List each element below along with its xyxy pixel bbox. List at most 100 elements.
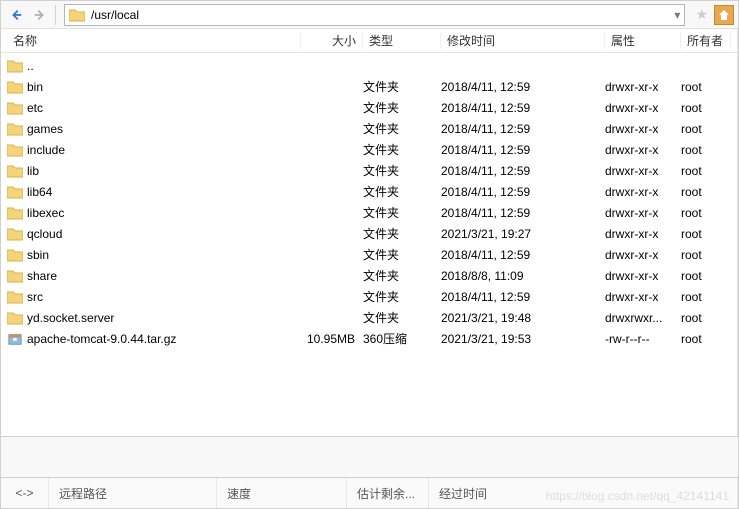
file-attr: drwxr-xr-x — [605, 206, 681, 220]
file-attr: drwxr-xr-x — [605, 101, 681, 115]
file-row[interactable]: bin文件夹2018/4/11, 12:59drwxr-xr-xroot — [1, 76, 737, 97]
file-type: 文件夹 — [363, 246, 441, 263]
file-type: 文件夹 — [363, 183, 441, 200]
folder-icon — [7, 164, 23, 178]
home-button[interactable] — [714, 5, 734, 25]
file-attr: drwxr-xr-x — [605, 164, 681, 178]
file-attr: drwxr-xr-x — [605, 248, 681, 262]
file-owner: root — [681, 248, 731, 262]
file-owner: root — [681, 101, 731, 115]
file-name: include — [27, 143, 65, 157]
file-area: 名称 大小 类型 修改时间 属性 所有者 .. bin文件夹2018/4/11,… — [1, 29, 738, 436]
file-attr: drwxr-xr-x — [605, 143, 681, 157]
file-type: 文件夹 — [363, 288, 441, 305]
file-name: share — [27, 269, 57, 283]
file-owner: root — [681, 311, 731, 325]
header-date[interactable]: 修改时间 — [441, 32, 605, 49]
path-input[interactable]: /usr/local ▾ — [64, 4, 685, 26]
file-type: 360压缩 — [363, 330, 441, 347]
file-row[interactable]: qcloud 文件夹2021/3/21, 19:27drwxr-xr-xroot — [1, 223, 737, 244]
file-type: 文件夹 — [363, 309, 441, 326]
folder-icon — [69, 8, 85, 22]
file-row[interactable]: share文件夹2018/8/8, 11:09drwxr-xr-xroot — [1, 265, 737, 286]
file-attr: drwxr-xr-x — [605, 122, 681, 136]
file-name: lib64 — [27, 185, 52, 199]
file-row[interactable]: lib64文件夹2018/4/11, 12:59drwxr-xr-xroot — [1, 181, 737, 202]
file-name: src — [27, 290, 43, 304]
file-date: 2018/8/8, 11:09 — [441, 269, 605, 283]
folder-icon — [7, 80, 23, 94]
folder-icon — [7, 122, 23, 136]
file-date: 2018/4/11, 12:59 — [441, 206, 605, 220]
file-date: 2018/4/11, 12:59 — [441, 143, 605, 157]
file-row[interactable]: libexec文件夹2018/4/11, 12:59drwxr-xr-xroot — [1, 202, 737, 223]
file-owner: root — [681, 227, 731, 241]
status-speed: 速度 — [217, 478, 347, 508]
folder-icon — [7, 101, 23, 115]
file-owner: root — [681, 164, 731, 178]
file-attr: drwxr-xr-x — [605, 227, 681, 241]
file-row[interactable]: yd.socket.server文件夹2021/3/21, 19:48drwxr… — [1, 307, 737, 328]
file-type: 文件夹 — [363, 225, 441, 242]
file-date: 2018/4/11, 12:59 — [441, 248, 605, 262]
status-est: 估计剩余... — [347, 478, 429, 508]
file-date: 2021/3/21, 19:27 — [441, 227, 605, 241]
file-date: 2021/3/21, 19:53 — [441, 332, 605, 346]
file-name: sbin — [27, 248, 49, 262]
file-date: 2018/4/11, 12:59 — [441, 101, 605, 115]
file-size: 10.95MB — [301, 332, 363, 346]
file-row[interactable]: apache-tomcat-9.0.44.tar.gz10.95MB360压缩2… — [1, 328, 737, 349]
file-owner: root — [681, 269, 731, 283]
file-type: 文件夹 — [363, 120, 441, 137]
file-row[interactable]: src 文件夹2018/4/11, 12:59drwxr-xr-xroot — [1, 286, 737, 307]
back-button[interactable] — [5, 4, 27, 26]
folder-icon — [7, 59, 23, 73]
file-attr: drwxr-xr-x — [605, 269, 681, 283]
file-attr: -rw-r--r-- — [605, 332, 681, 346]
file-row[interactable]: include 文件夹2018/4/11, 12:59drwxr-xr-xroot — [1, 139, 737, 160]
parent-dir-row[interactable]: .. — [1, 55, 737, 76]
transfer-panel: <-> 远程路径 速度 估计剩余... 经过时间 — [1, 436, 738, 508]
file-owner: root — [681, 143, 731, 157]
file-owner: root — [681, 290, 731, 304]
navigation-toolbar: /usr/local ▾ ★ — [1, 1, 738, 29]
file-name: games — [27, 122, 63, 136]
file-type: 文件夹 — [363, 162, 441, 179]
file-date: 2018/4/11, 12:59 — [441, 80, 605, 94]
file-name: lib — [27, 164, 39, 178]
transfer-blank — [1, 437, 738, 478]
header-attr[interactable]: 属性 — [605, 32, 681, 49]
forward-button[interactable] — [29, 4, 51, 26]
file-attr: drwxr-xr-x — [605, 80, 681, 94]
folder-icon — [7, 311, 23, 325]
header-type[interactable]: 类型 — [363, 32, 441, 49]
header-name[interactable]: 名称 — [7, 32, 301, 49]
chevron-down-icon[interactable]: ▾ — [674, 8, 680, 22]
file-name: bin — [27, 80, 43, 94]
status-nav[interactable]: <-> — [1, 478, 49, 508]
file-owner: root — [681, 122, 731, 136]
separator — [55, 5, 56, 25]
file-type: 文件夹 — [363, 141, 441, 158]
header-size[interactable]: 大小 — [301, 32, 363, 49]
file-list[interactable]: .. bin文件夹2018/4/11, 12:59drwxr-xr-xroote… — [1, 53, 737, 436]
file-name: qcloud — [27, 227, 62, 241]
file-date: 2018/4/11, 12:59 — [441, 290, 605, 304]
file-attr: drwxr-xr-x — [605, 290, 681, 304]
file-row[interactable]: games文件夹2018/4/11, 12:59drwxr-xr-xroot — [1, 118, 737, 139]
favorite-button[interactable]: ★ — [691, 6, 712, 23]
header-owner[interactable]: 所有者 — [681, 32, 731, 49]
file-name: yd.socket.server — [27, 311, 114, 325]
folder-icon — [7, 206, 23, 220]
folder-icon — [7, 290, 23, 304]
file-type: 文件夹 — [363, 78, 441, 95]
file-date: 2018/4/11, 12:59 — [441, 185, 605, 199]
status-bar: <-> 远程路径 速度 估计剩余... 经过时间 — [1, 478, 738, 508]
folder-icon — [7, 143, 23, 157]
status-elapsed: 经过时间 — [429, 478, 738, 508]
file-row[interactable]: sbin 文件夹2018/4/11, 12:59drwxr-xr-xroot — [1, 244, 737, 265]
file-row[interactable]: etc文件夹2018/4/11, 12:59drwxr-xr-xroot — [1, 97, 737, 118]
file-row[interactable]: lib文件夹2018/4/11, 12:59drwxr-xr-xroot — [1, 160, 737, 181]
file-name: .. — [27, 59, 34, 73]
status-remote-path[interactable]: 远程路径 — [49, 478, 217, 508]
